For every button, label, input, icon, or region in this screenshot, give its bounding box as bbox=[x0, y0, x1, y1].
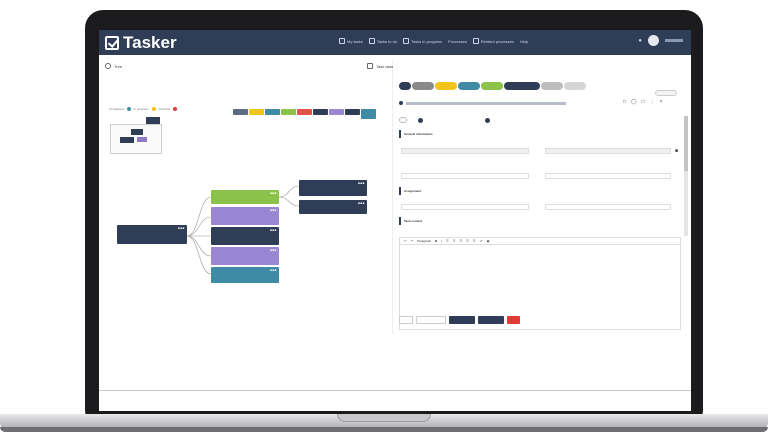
save-and-close-button[interactable] bbox=[416, 316, 446, 324]
align-left-icon[interactable]: ☰ bbox=[446, 239, 449, 243]
tree-node[interactable]: ■■■ bbox=[299, 200, 367, 214]
section-marker bbox=[399, 187, 401, 195]
link-icon[interactable]: ☍ bbox=[480, 239, 483, 243]
section-general-title: General information bbox=[404, 132, 433, 136]
workflow-step[interactable] bbox=[541, 82, 563, 90]
redo-icon[interactable]: ↷ bbox=[411, 239, 414, 243]
task-status-dot bbox=[399, 101, 403, 105]
tree-node[interactable]: ■■■ bbox=[211, 267, 279, 283]
node-action-icons[interactable]: ■■■ bbox=[270, 228, 277, 232]
user-avatar[interactable] bbox=[648, 35, 659, 46]
footer-divider bbox=[99, 390, 691, 391]
task-header bbox=[399, 101, 566, 105]
node-action-icons[interactable]: ■■■ bbox=[270, 248, 277, 252]
section-marker bbox=[399, 130, 401, 138]
priority-field[interactable] bbox=[401, 173, 529, 179]
workflow-step[interactable] bbox=[399, 82, 411, 90]
task-toolbar: □ ◯ □ ⋮ × bbox=[623, 99, 663, 105]
laptop-base-edge bbox=[0, 427, 768, 432]
close-icon[interactable]: × bbox=[660, 99, 663, 105]
tab-related-tasks[interactable] bbox=[456, 117, 462, 123]
history-icon[interactable]: ◯ bbox=[631, 99, 637, 105]
pager-control[interactable] bbox=[655, 90, 677, 96]
image-icon[interactable]: ▣ bbox=[487, 239, 490, 243]
cancel-button[interactable] bbox=[399, 316, 413, 324]
node-action-icons[interactable]: ■■■ bbox=[270, 268, 277, 272]
tab-badge bbox=[485, 117, 490, 123]
workflow-step[interactable] bbox=[412, 82, 434, 90]
italic-icon[interactable]: I bbox=[441, 239, 442, 243]
node-action-icons[interactable]: ■■■ bbox=[358, 181, 365, 185]
form-actions bbox=[399, 316, 520, 324]
tab-checklist[interactable] bbox=[499, 117, 505, 123]
align-center-icon[interactable]: ☰ bbox=[453, 239, 456, 243]
tree-node[interactable]: ■■■ bbox=[299, 180, 367, 196]
save-and-send-button[interactable] bbox=[449, 316, 475, 324]
rich-text-toolbar: ↶ ↷ Paragraph B I ☰ ☰ ☰ ☰ ☰ ☍ ▣ bbox=[399, 237, 681, 245]
nav-user-area: ● bbox=[638, 35, 683, 46]
more-icon[interactable]: ⋮ bbox=[650, 99, 655, 105]
progress-icon bbox=[403, 38, 410, 44]
tree-node[interactable]: ■■■ bbox=[211, 190, 279, 204]
tab-documents[interactable] bbox=[444, 117, 450, 123]
panel-divider bbox=[392, 60, 393, 334]
section-marker bbox=[399, 217, 401, 225]
assignee-select[interactable] bbox=[401, 204, 529, 210]
tree-node[interactable]: ■■■ bbox=[211, 227, 279, 245]
workflow-step[interactable] bbox=[504, 82, 540, 90]
laptop-notch bbox=[337, 414, 431, 422]
nav-item-related-processes[interactable]: Related processes bbox=[472, 38, 514, 44]
group-select[interactable] bbox=[545, 204, 671, 210]
nav-item-tasks-in-progress[interactable]: Tasks in progress bbox=[403, 38, 442, 44]
title-field[interactable] bbox=[401, 148, 529, 154]
format-select[interactable]: Paragraph bbox=[417, 239, 431, 243]
tree-node[interactable]: ■■■ bbox=[211, 207, 279, 225]
user-name-placeholder[interactable] bbox=[665, 39, 683, 42]
task-title-text bbox=[406, 101, 566, 105]
nav-item-help[interactable]: Help bbox=[520, 38, 528, 44]
workflow-step[interactable] bbox=[564, 82, 586, 90]
node-action-icons[interactable]: ■■■ bbox=[270, 191, 277, 195]
tab-time-entries[interactable] bbox=[468, 117, 474, 123]
date-field[interactable] bbox=[545, 148, 671, 154]
copy-icon[interactable]: □ bbox=[642, 99, 645, 105]
laptop-screen: Tasker My tasks Tasks to do Tasks in pro… bbox=[99, 30, 691, 411]
print-icon[interactable]: □ bbox=[623, 99, 626, 105]
tab-requests[interactable] bbox=[432, 117, 438, 123]
task-tabs bbox=[399, 117, 505, 123]
tree-node-root[interactable]: ■■■ bbox=[117, 225, 187, 244]
status-field[interactable] bbox=[545, 173, 671, 179]
save-changes-button[interactable] bbox=[478, 316, 504, 324]
tab-badge bbox=[418, 117, 423, 123]
section-assignment-title: Assignment bbox=[404, 189, 422, 193]
tab-communication[interactable] bbox=[480, 117, 493, 123]
nav-item-processes[interactable]: Processes bbox=[448, 38, 467, 44]
numbered-list-icon[interactable]: ☰ bbox=[473, 239, 476, 243]
workflow-steps bbox=[399, 82, 586, 90]
tab-activity[interactable] bbox=[413, 117, 426, 123]
node-action-icons[interactable]: ■■■ bbox=[270, 208, 277, 212]
node-action-icons[interactable]: ■■■ bbox=[358, 201, 365, 205]
workflow-step[interactable] bbox=[435, 82, 457, 90]
workflow-step[interactable] bbox=[458, 82, 480, 90]
calendar-icon[interactable]: ■ bbox=[675, 148, 678, 154]
align-right-icon[interactable]: ☰ bbox=[459, 239, 462, 243]
section-description-title: Task content bbox=[404, 219, 423, 223]
tab-task-data[interactable] bbox=[399, 117, 407, 123]
bell-icon[interactable]: ● bbox=[638, 38, 642, 44]
task-panel-title: Task data bbox=[367, 63, 393, 69]
bullet-list-icon[interactable]: ☰ bbox=[466, 239, 469, 243]
link-icon bbox=[472, 38, 479, 44]
undo-icon[interactable]: ↶ bbox=[404, 239, 407, 243]
node-action-icons[interactable]: ■■■ bbox=[178, 226, 185, 230]
workflow-step[interactable] bbox=[481, 82, 503, 90]
tree-node[interactable]: ■■■ bbox=[211, 247, 279, 265]
form-scrollbar-thumb[interactable] bbox=[684, 116, 688, 171]
delete-button[interactable] bbox=[507, 316, 520, 324]
edit-icon bbox=[367, 63, 373, 69]
bold-icon[interactable]: B bbox=[435, 239, 437, 243]
